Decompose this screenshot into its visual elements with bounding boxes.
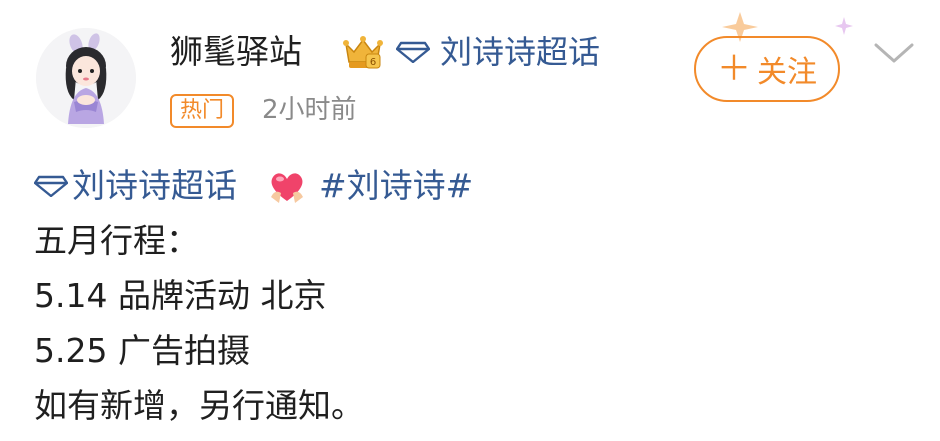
crown-badge-icon[interactable]: 6 bbox=[340, 34, 386, 74]
heart-hands-icon bbox=[271, 172, 303, 203]
hashtag-link[interactable]: #刘诗诗# bbox=[319, 158, 473, 213]
post-text-line: 五月行程： bbox=[34, 221, 199, 260]
username[interactable]: 狮髦驿站 bbox=[170, 30, 302, 74]
topic-mention-link[interactable]: 刘诗诗超话 bbox=[72, 158, 237, 213]
post-body: 刘诗诗超话 #刘诗诗# 五月行程： 5.14 品牌活动 北京 5.25 广告拍摄… bbox=[34, 158, 473, 433]
follow-label: 关注 bbox=[757, 55, 817, 90]
plus-icon: ＋ bbox=[717, 49, 751, 89]
topic-link[interactable]: 刘诗诗超话 bbox=[396, 30, 600, 74]
post-text-line: 如有新增，另行通知。 bbox=[34, 386, 364, 425]
small-sparkle-icon bbox=[835, 17, 853, 35]
avatar-illustration bbox=[36, 28, 136, 128]
diamond-icon bbox=[34, 175, 68, 197]
diamond-icon bbox=[396, 41, 430, 63]
post-text-line: 5.25 广告拍摄 bbox=[34, 331, 250, 370]
avatar[interactable] bbox=[36, 28, 136, 128]
post-tag-line: 刘诗诗超话 #刘诗诗# bbox=[34, 158, 473, 213]
post-text-line: 5.14 品牌活动 北京 bbox=[34, 276, 327, 315]
svg-text:6: 6 bbox=[370, 57, 376, 68]
chevron-down-icon[interactable] bbox=[872, 40, 916, 66]
follow-button[interactable]: ＋ 关注 bbox=[694, 36, 840, 102]
post-timestamp: 2小时前 bbox=[262, 95, 357, 125]
hot-tag-badge: 热门 bbox=[170, 94, 235, 128]
topic-label: 刘诗诗超话 bbox=[440, 33, 601, 71]
